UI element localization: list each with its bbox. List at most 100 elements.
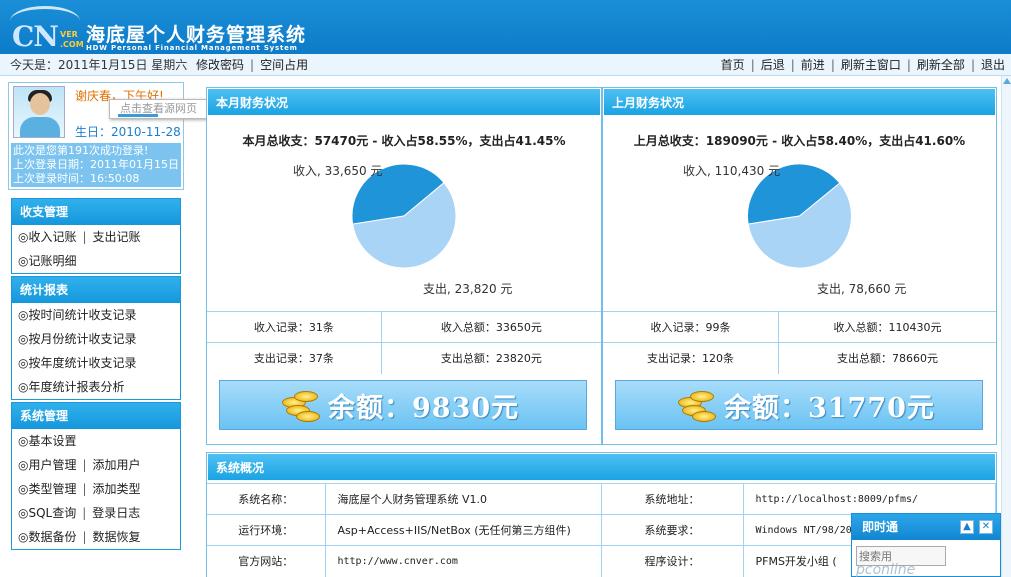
coins-icon (676, 387, 720, 425)
menu-row: ◎按时间统计收支记录 (12, 303, 180, 327)
refresh-all-link[interactable]: 刷新全部 (917, 58, 965, 72)
expense-slice-label: 支出, 78,660 元 (817, 282, 907, 296)
user-management-link[interactable]: ◎用户管理 (18, 458, 76, 472)
nav-links: 首页 | 后退 | 前进 | 刷新主窗口 | 刷新全部 | 退出 (721, 54, 1005, 76)
income-records: 收入记录：31条 (207, 311, 382, 343)
scroll-up-icon[interactable] (1003, 78, 1011, 84)
annual-report-link[interactable]: ◎年度统计报表分析 (18, 380, 124, 394)
menu-row: ◎SQL查询 | 登录日志 (18, 506, 141, 520)
space-usage-link[interactable]: 空间占用 (260, 58, 308, 72)
separator: | (970, 58, 975, 72)
data-backup-link[interactable]: ◎数据备份 (18, 530, 76, 544)
login-info: 此次是您第191次成功登录! 上次登录日期：2011年01月15日 上次登录时间… (11, 143, 181, 187)
expense-records: 支出记录：37条 (207, 342, 382, 374)
basic-settings-link[interactable]: ◎基本设置 (18, 434, 76, 448)
app-title: 海底屋个人财务管理系统 (86, 24, 307, 46)
separator: | (250, 58, 255, 72)
table-row: 收入记录：99条 收入总额：110430元 (603, 311, 996, 343)
close-icon[interactable]: ✕ (979, 520, 993, 534)
home-link[interactable]: 首页 (721, 58, 745, 72)
menu-income-expense: 收支管理 ◎收入记账 | 支出记账 ◎记账明细 (11, 198, 181, 274)
expense-total: 支出总额：78660元 (778, 342, 996, 374)
table-row: 支出记录：37条 支出总额：23820元 (207, 342, 601, 374)
coins-icon (280, 387, 324, 425)
menu-row: ◎用户管理 | 添加用户 (18, 458, 141, 472)
logo-com-text: .COM (60, 40, 84, 49)
watermark: pconline (856, 562, 916, 577)
avatar[interactable] (13, 86, 65, 138)
last-login-time: 上次登录时间：16:50:08 (13, 172, 140, 185)
add-type-link[interactable]: 添加类型 (93, 482, 141, 496)
system-name: 海底屋个人财务管理系统 V1.0 (325, 483, 602, 515)
login-log-link[interactable]: 登录日志 (92, 506, 140, 520)
account-links: 修改密码 | 空间占用 (196, 54, 308, 76)
sql-query-link[interactable]: ◎SQL查询 (18, 506, 76, 520)
income-slice-label: 收入, 110,430 元 (683, 164, 781, 178)
forward-link[interactable]: 前进 (801, 58, 825, 72)
table-row: 支出记录：120条 支出总额：78660元 (603, 342, 996, 374)
menu-reports: 统计报表 ◎按时间统计收支记录 ◎按月份统计收支记录 ◎按年度统计收支记录 ◎年… (11, 276, 181, 400)
separator: | (906, 58, 911, 72)
view-source-tooltip: 点击查看源网页 (109, 99, 209, 119)
income-slice-label: 收入, 33,650 元 (293, 164, 383, 178)
user-birthday: 生日：2010-11-28 (75, 125, 181, 139)
back-link[interactable]: 后退 (761, 58, 785, 72)
balance-banner: 余额：9830元 (219, 380, 587, 430)
panel-title: 上月财务状况 (603, 88, 996, 116)
menu-row: ◎年度统计报表分析 (12, 375, 180, 399)
app-subtitle: HDW Personal Financial Management System (86, 44, 298, 52)
stats-by-time-link[interactable]: ◎按时间统计收支记录 (18, 308, 136, 322)
table-row: 系统名称： 海底屋个人财务管理系统 V1.0 系统地址： http://loca… (207, 483, 996, 515)
expense-entry-link[interactable]: 支出记账 (93, 230, 141, 244)
logo-cn-text: CN (12, 20, 59, 53)
change-password-link[interactable]: 修改密码 (196, 58, 244, 72)
user-info-box: 谢庆春，下午好! 生日：2010-11-28 此次是您第191次成功登录! 上次… (8, 82, 209, 190)
menu-row: ◎基本设置 (12, 429, 180, 453)
menu-row: ◎类型管理 | 添加类型 (18, 482, 141, 496)
runtime-env: Asp+Access+IIS/NetBox (无任何第三方组件) (325, 514, 602, 546)
separator: | (790, 58, 795, 72)
data-restore-link[interactable]: 数据恢复 (93, 530, 141, 544)
account-detail-link[interactable]: ◎记账明细 (18, 254, 76, 268)
table-row: 收入记录：31条 收入总额：33650元 (207, 311, 601, 343)
expense-slice-label: 支出, 23,820 元 (423, 282, 513, 296)
logout-link[interactable]: 退出 (981, 58, 1005, 72)
income-entry-link[interactable]: ◎收入记账 (18, 230, 76, 244)
minimize-icon[interactable]: ▲ (960, 520, 974, 534)
income-records: 收入记录：99条 (603, 311, 779, 343)
instant-messenger-widget: 即时通 ▲ ✕ pconline (851, 513, 1001, 577)
panel-title: 系统概况 (207, 453, 996, 481)
top-bar: 今天是：2011年1月15日 星期六 修改密码 | 空间占用 首页 | 后退 | 前进 | 刷新… (0, 54, 1011, 76)
stats-by-month-link[interactable]: ◎按月份统计收支记录 (18, 332, 136, 346)
balance-amount: 余额：31770元 (724, 393, 935, 424)
menu-title: 收支管理 (12, 199, 180, 225)
income-total: 收入总额：110430元 (778, 311, 996, 343)
menu-title: 统计报表 (12, 277, 180, 303)
last-month-pie (747, 163, 852, 269)
logo-ver-text: VER (60, 30, 78, 39)
refresh-main-link[interactable]: 刷新主窗口 (841, 58, 901, 72)
cnver-logo: CN VER .COM (8, 4, 84, 53)
month-stats-table: 收入记录：99条 收入总额：110430元 支出记录：120条 支出总额：786… (603, 311, 996, 374)
system-url[interactable]: http://localhost:8009/pfms/ (743, 483, 996, 515)
pie-chart: 收入, 33,650 元 支出, 23,820 元 (207, 154, 601, 314)
menu-row: ◎按月份统计收支记录 (12, 327, 180, 351)
official-site[interactable]: http://www.cnver.com (325, 545, 602, 577)
login-count: 此次是您第191次成功登录! (13, 144, 149, 157)
separator: | (830, 58, 835, 72)
page-scrollbar[interactable] (1001, 76, 1011, 577)
stats-by-year-link[interactable]: ◎按年度统计收支记录 (18, 356, 136, 370)
type-management-link[interactable]: ◎类型管理 (18, 482, 76, 496)
this-month-pie (351, 163, 457, 269)
im-title: 即时通 (852, 514, 1000, 540)
menu-row: ◎数据备份 | 数据恢复 (18, 530, 141, 544)
pie-chart: 收入, 110,430 元 支出, 78,660 元 (603, 154, 996, 314)
separator: | (750, 58, 755, 72)
menu-title: 系统管理 (12, 403, 180, 429)
last-login-date: 上次登录日期：2011年01月15日 (13, 158, 179, 171)
expense-records: 支出记录：120条 (603, 342, 779, 374)
today-date: 今天是：2011年1月15日 星期六 (10, 58, 188, 72)
add-user-link[interactable]: 添加用户 (93, 458, 141, 472)
menu-row: ◎按年度统计收支记录 (12, 351, 180, 375)
month-stats-table: 收入记录：31条 收入总额：33650元 支出记录：37条 支出总额：23820… (207, 311, 601, 374)
